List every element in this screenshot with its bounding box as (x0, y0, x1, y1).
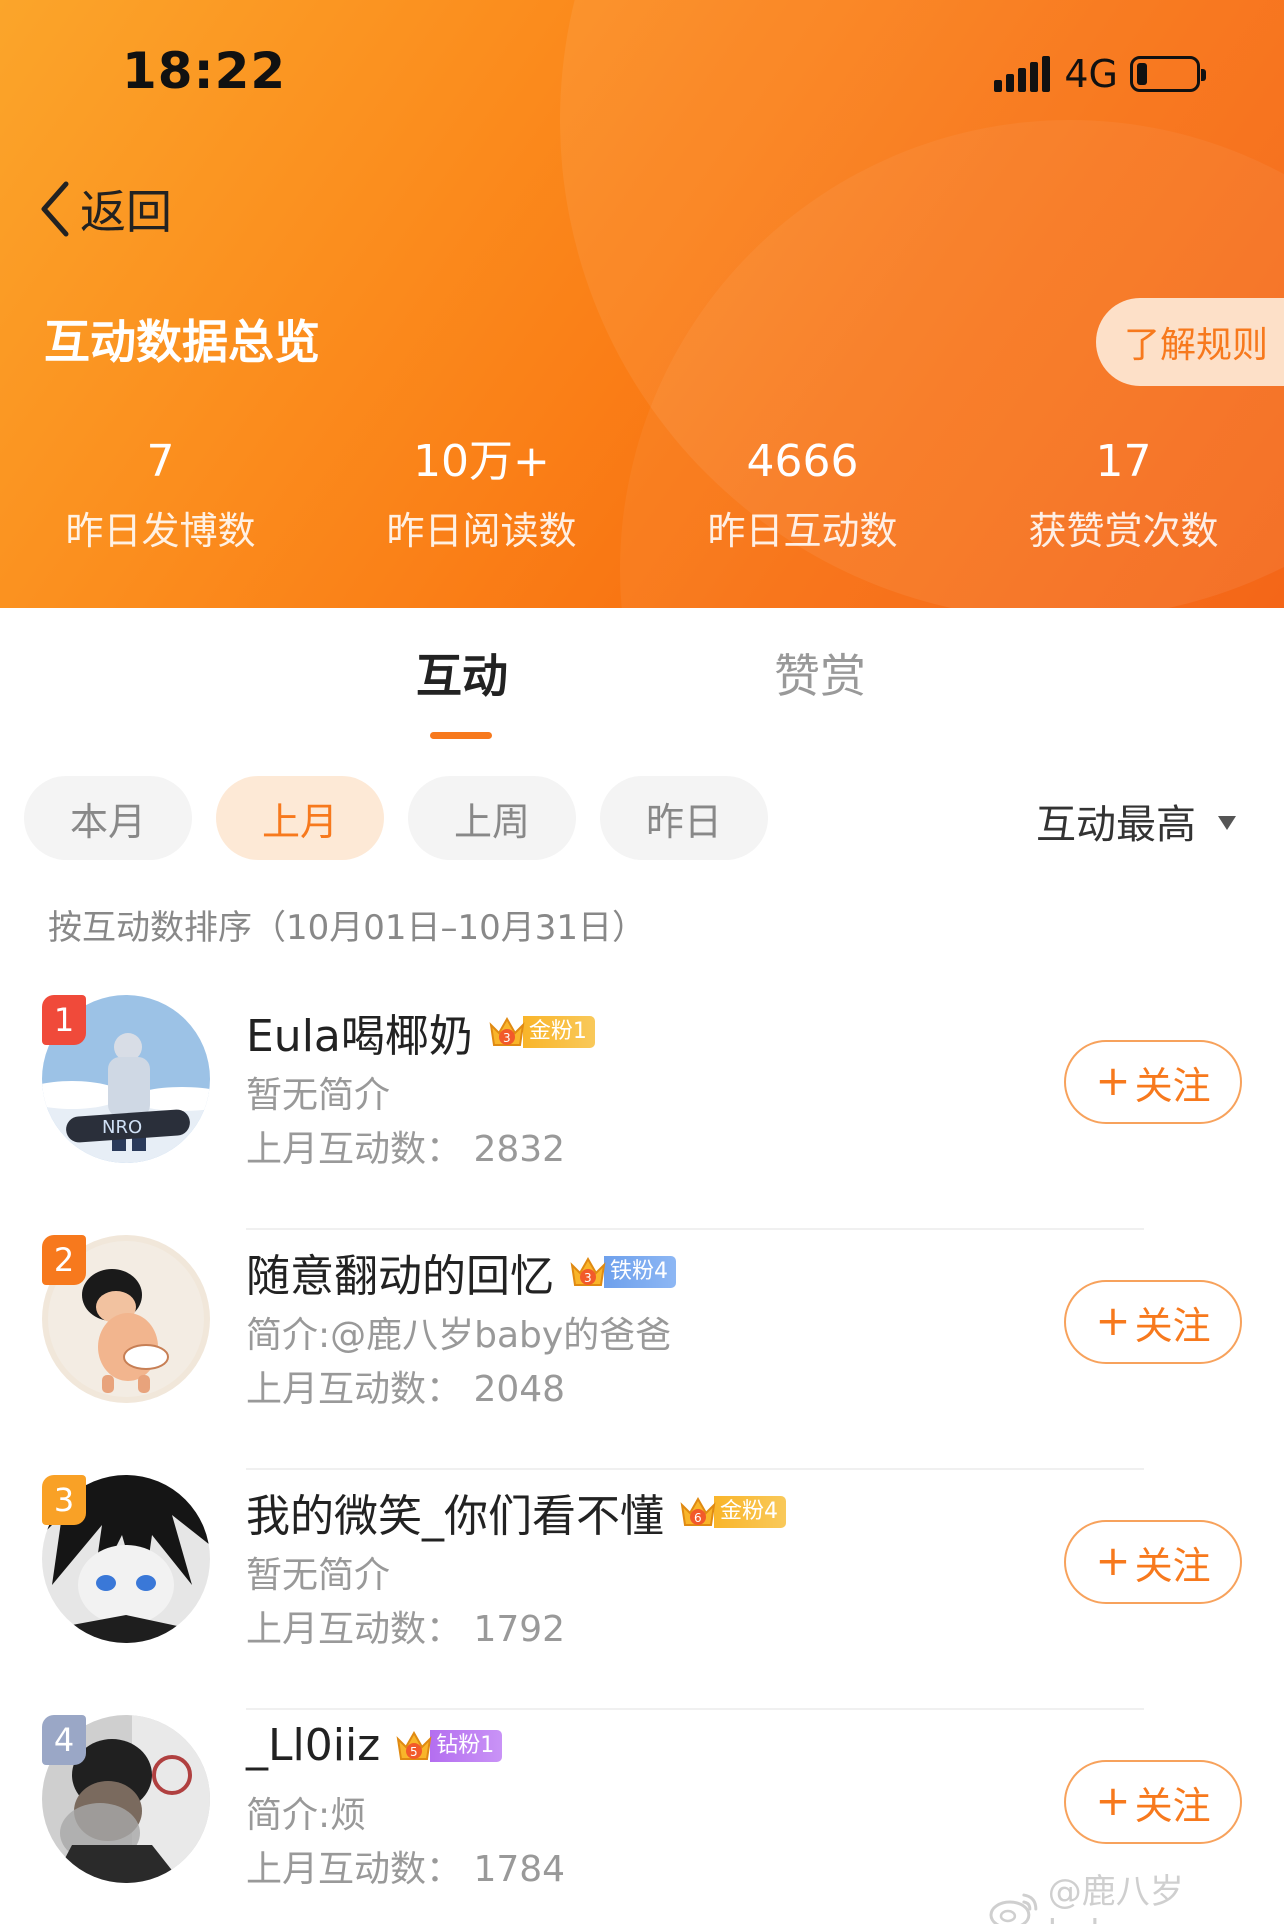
badge-label: 铁粉4 (604, 1256, 676, 1288)
back-label: 返回 (80, 185, 172, 239)
battery-icon (1130, 56, 1206, 92)
user-bio: 暂无简介 (246, 1075, 391, 1116)
follow-button[interactable]: + 关注 (1064, 1040, 1242, 1124)
sort-label: 互动最高 (1036, 802, 1196, 848)
stat-value: 7 (146, 436, 175, 487)
badge-level: 3 (503, 1031, 511, 1045)
badge-label: 钻粉1 (430, 1729, 503, 1762)
stat-reads: 10万+ 昨日阅读数 (321, 432, 642, 555)
rules-button[interactable]: 了解规则 (1096, 298, 1284, 386)
interaction-count: 上月互动数： 2832 (246, 1129, 566, 1170)
fan-badge: 3 金粉1 (487, 1013, 595, 1051)
stat-rewards: 17 获赞赏次数 (963, 432, 1284, 555)
follow-label: 关注 (1134, 1783, 1211, 1828)
stat-value: 10万+ (413, 436, 550, 487)
follow-label: 关注 (1134, 1543, 1211, 1588)
page-title: 互动数据总览 (44, 315, 320, 369)
follow-label: 关注 (1134, 1303, 1211, 1348)
follow-button[interactable]: + 关注 (1064, 1520, 1242, 1604)
badge-label: 金粉4 (714, 1496, 786, 1528)
filter-yesterday[interactable]: 昨日 (600, 776, 768, 860)
user-name[interactable]: Eula喝椰奶 (246, 1000, 473, 1064)
weibo-icon (989, 1893, 1038, 1924)
follow-button[interactable]: + 关注 (1064, 1760, 1242, 1844)
tab-indicator (430, 732, 492, 739)
network-type: 4G (1064, 52, 1118, 96)
status-time: 18:22 (122, 42, 287, 100)
stat-label: 昨日发博数 (65, 509, 256, 553)
fan-badge: 3 铁粉4 (568, 1253, 676, 1291)
user-bio: 暂无简介 (246, 1555, 391, 1596)
filter-this-month[interactable]: 本月 (24, 776, 192, 860)
fan-list: NRO 1 Eula喝椰奶 3 金粉1 暂无简介 上月互动数： 2832 + 关… (0, 990, 1284, 1924)
status-icons: 4G (994, 52, 1206, 96)
plus-icon: + (1095, 1295, 1131, 1345)
follow-label: 关注 (1134, 1063, 1211, 1108)
plus-icon: + (1095, 1055, 1131, 1105)
stat-value: 17 (1095, 436, 1152, 487)
user-bio: 简介:@鹿八岁baby的爸爸 (246, 1315, 672, 1356)
interaction-count: 上月互动数： 1792 (246, 1609, 566, 1650)
crown-icon: 5 (394, 1727, 434, 1765)
tab-reward[interactable]: 赞赏 (774, 640, 866, 706)
list-item[interactable]: NRO 1 Eula喝椰奶 3 金粉1 暂无简介 上月互动数： 2832 + 关… (0, 990, 1284, 1230)
list-item[interactable]: 2 随意翻动的回忆 3 铁粉4 简介:@鹿八岁baby的爸爸 上月互动数： 20… (0, 1230, 1284, 1470)
tab-interaction[interactable]: 互动 (416, 640, 508, 706)
stats-summary: 7 昨日发博数 10万+ 昨日阅读数 4666 昨日互动数 17 获赞赏次数 (0, 432, 1284, 555)
stat-value: 4666 (746, 436, 859, 487)
stat-interactions: 4666 昨日互动数 (642, 432, 963, 555)
header-banner: 18:22 4G 返回 互动数据总览 了解规则 7 昨日发博数 10万+ 昨日阅… (0, 0, 1284, 608)
weibo-watermark: @鹿八岁baby_ (988, 1864, 1284, 1924)
crown-icon: 3 (568, 1253, 608, 1291)
fan-badge: 6 金粉4 (678, 1493, 786, 1531)
user-name[interactable]: _Ll0iiz (246, 1720, 380, 1771)
plus-icon: + (1095, 1535, 1131, 1585)
crown-icon: 6 (678, 1493, 718, 1531)
svg-text:NRO: NRO (102, 1117, 142, 1138)
crown-icon: 3 (487, 1013, 527, 1051)
user-name[interactable]: 我的微笑_你们看不懂 (246, 1480, 664, 1544)
stat-label: 昨日互动数 (707, 509, 898, 553)
sort-dropdown[interactable]: 互动最高 (1036, 792, 1236, 850)
follow-button[interactable]: + 关注 (1064, 1280, 1242, 1364)
interaction-count: 上月互动数： 2048 (246, 1369, 566, 1410)
watermark-text: @鹿八岁baby_ (1047, 1872, 1184, 1924)
stat-label: 获赞赏次数 (1028, 509, 1219, 553)
tab-bar: 互动 赞赏 (0, 640, 1284, 750)
filter-last-week[interactable]: 上周 (408, 776, 576, 860)
chevron-left-icon (41, 181, 69, 237)
rank-badge: 4 (42, 1715, 86, 1765)
stat-posts: 7 昨日发博数 (0, 432, 321, 555)
rank-badge: 2 (42, 1235, 86, 1285)
badge-label: 金粉1 (522, 1016, 595, 1048)
plus-icon: + (1095, 1775, 1131, 1825)
sort-note: 按互动数排序（10月01日–10月31日） (48, 908, 647, 948)
caret-down-icon (1218, 816, 1236, 830)
interaction-count: 上月互动数： 1784 (246, 1849, 566, 1890)
back-button[interactable]: 返回 (36, 176, 172, 242)
rank-badge: 3 (42, 1475, 86, 1525)
signal-icon (994, 56, 1051, 92)
user-name[interactable]: 随意翻动的回忆 (246, 1240, 554, 1304)
rank-badge: 1 (42, 995, 86, 1045)
period-filters: 本月 上月 上周 昨日 (24, 776, 768, 860)
filter-last-month[interactable]: 上月 (216, 776, 384, 860)
badge-level: 6 (694, 1511, 702, 1525)
badge-level: 3 (584, 1271, 592, 1285)
user-bio: 简介:烦 (246, 1795, 367, 1836)
list-item[interactable]: 3 我的微笑_你们看不懂 6 金粉4 暂无简介 上月互动数： 1792 + 关注 (0, 1470, 1284, 1710)
stat-label: 昨日阅读数 (386, 509, 577, 553)
fan-badge: 5 钻粉1 (394, 1727, 503, 1765)
badge-level: 5 (410, 1745, 418, 1759)
